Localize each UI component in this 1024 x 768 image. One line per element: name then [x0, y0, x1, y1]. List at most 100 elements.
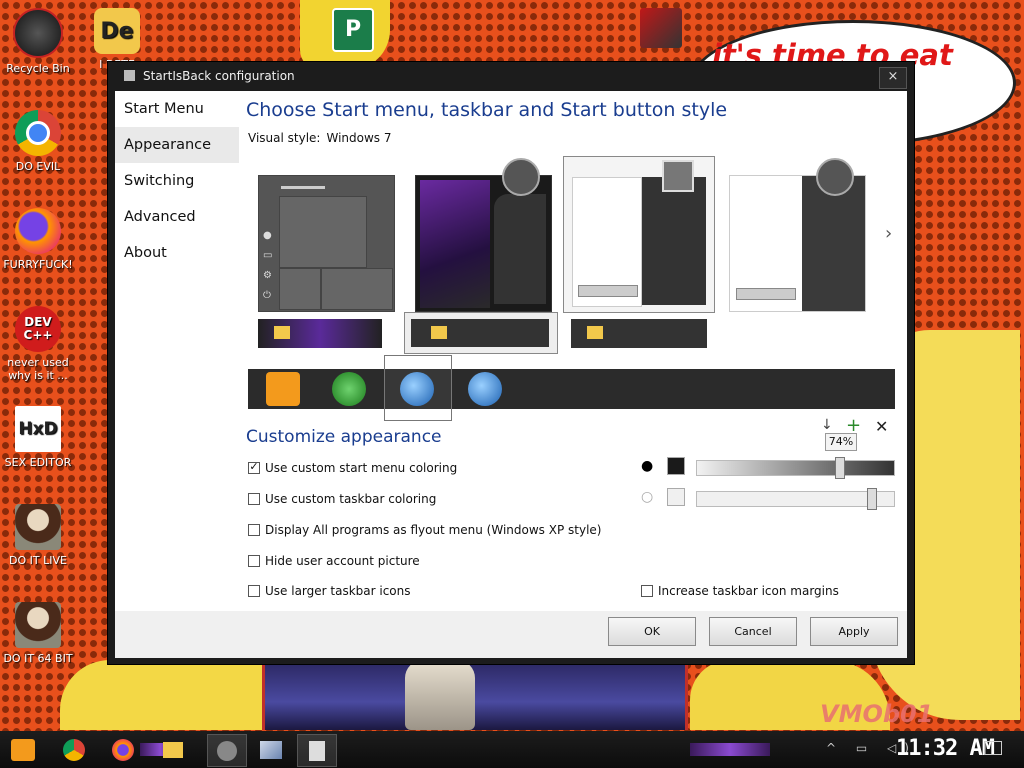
page-title: Choose Start menu, taskbar and Start but…: [246, 99, 728, 121]
custom-taskbar-coloring-checkbox[interactable]: Use custom taskbar coloring: [248, 492, 436, 506]
wallpaper-scene: [262, 660, 688, 730]
taskbar-startisback[interactable]: [297, 734, 337, 767]
taskbar-chrome[interactable]: [55, 734, 93, 765]
taskbar-app-active[interactable]: [207, 734, 247, 767]
sidebar-icons: ● ▭ ⚙ ⏻: [263, 230, 273, 301]
chrome-icon: [63, 738, 85, 761]
checkbox-box[interactable]: [641, 585, 653, 597]
start-button-windows7-orb[interactable]: [400, 372, 434, 406]
checkbox-label: Use custom start menu coloring: [265, 461, 458, 475]
style-thumb-windows7-selected[interactable]: [563, 156, 715, 313]
taskbar: ^ ▭ ◁) 11:32 AM: [0, 731, 1024, 768]
user-avatar-icon: [662, 160, 694, 192]
taskbar-style-dark-selected[interactable]: [404, 312, 558, 354]
increase-icon-margins-checkbox[interactable]: Increase taskbar icon margins: [641, 584, 839, 598]
start-button-styles: [248, 355, 895, 421]
checkbox-label: Use larger taskbar icons: [265, 584, 411, 598]
start-button[interactable]: [4, 734, 42, 765]
de-icon: De: [94, 8, 140, 54]
taskbar-explorer[interactable]: [154, 734, 192, 765]
dialog-title: StartIsBack configuration: [143, 69, 295, 83]
checkbox-box[interactable]: [248, 462, 260, 474]
desktop-icon-chrome[interactable]: DO EVIL: [1, 110, 75, 173]
desktop-icon-label: never used why is it ...: [7, 356, 69, 382]
folder-icon: [163, 741, 183, 758]
folder-icon: [274, 326, 290, 339]
style-thumb-windows7-plain[interactable]: [729, 158, 866, 312]
start-button-custom[interactable]: [266, 372, 300, 406]
portrait-icon: [15, 602, 61, 648]
style-thumb-windows10[interactable]: ● ▭ ⚙ ⏻: [258, 175, 395, 312]
custom-start-menu-coloring-checkbox[interactable]: Use custom start menu coloring: [248, 461, 457, 475]
style-thumb-custom-dark[interactable]: [415, 158, 552, 312]
desktop-icon-label: FURRYFUCK!: [3, 258, 73, 271]
ok-button[interactable]: OK: [608, 617, 696, 646]
app-icon: [124, 70, 135, 81]
notification-icon[interactable]: [984, 741, 1002, 755]
dialog-titlebar[interactable]: StartIsBack configuration ×: [108, 62, 914, 90]
taskbar-app-image[interactable]: [252, 734, 290, 765]
image-icon: [260, 740, 282, 759]
taskbar-style-purple[interactable]: [258, 319, 382, 348]
nav-item-about[interactable]: About: [115, 235, 239, 271]
taskbar-opacity-slider[interactable]: [696, 488, 895, 510]
nav-item-start-menu[interactable]: Start Menu: [115, 91, 239, 127]
firefox-icon: [15, 208, 61, 254]
taskbar-style-plain[interactable]: [571, 319, 707, 348]
customize-heading: Customize appearance: [246, 427, 442, 447]
devcpp-icon: DEV C++: [15, 306, 61, 352]
cancel-button[interactable]: Cancel: [709, 617, 797, 646]
slider-thumb[interactable]: [867, 488, 877, 510]
arrow-down-icon[interactable]: ↓: [821, 417, 833, 433]
dialog-client-area: Start Menu Appearance Switching Advanced…: [115, 91, 907, 611]
nav-item-switching[interactable]: Switching: [115, 163, 239, 199]
desktop-icon-do-it-64-bit[interactable]: DO IT 64 BIT: [1, 602, 75, 665]
checkbox-label: Use custom taskbar coloring: [265, 492, 437, 506]
firefox-icon: [112, 738, 134, 761]
chevron-right-icon[interactable]: ›: [885, 223, 892, 244]
start-button-windows7-flat[interactable]: [468, 372, 502, 406]
laptop-icon[interactable]: [640, 8, 682, 48]
taskbar-color-swatch[interactable]: [667, 488, 685, 506]
close-button[interactable]: ×: [879, 67, 907, 89]
desktop-icon-firefox[interactable]: FURRYFUCK!: [1, 208, 75, 271]
portrait-icon: [15, 504, 61, 550]
wallpaper-yellow-shape: [60, 660, 290, 730]
desktop-icon-label: Recycle Bin: [6, 62, 70, 75]
checkbox-box[interactable]: [248, 585, 260, 597]
recycle-bin-icon: [13, 8, 63, 58]
checkbox-box[interactable]: [248, 555, 260, 567]
hxd-badge: HxD: [18, 419, 58, 439]
desktop-icon-recycle-bin[interactable]: Recycle Bin: [1, 8, 75, 75]
apply-button[interactable]: Apply: [810, 617, 898, 646]
publisher-icon[interactable]: P: [332, 8, 374, 52]
start-icon: [11, 738, 35, 761]
close-icon[interactable]: ✕: [875, 417, 888, 436]
folder-icon: [587, 326, 603, 339]
checkbox-box[interactable]: [248, 493, 260, 505]
taskbar-firefox[interactable]: [104, 734, 142, 765]
dialog-footer: OK Cancel Apply: [115, 611, 907, 658]
nav-item-advanced[interactable]: Advanced: [115, 199, 239, 235]
desktop-icon-do-it-live[interactable]: DO IT LIVE: [1, 504, 75, 567]
app-icon: [309, 740, 325, 761]
nav-item-appearance[interactable]: Appearance: [115, 127, 239, 163]
settings-nav: Start Menu Appearance Switching Advanced…: [115, 91, 239, 271]
desktop-icon-hxd[interactable]: HxD SEX EDITOR: [1, 406, 75, 469]
visual-style-value: Windows 7: [326, 131, 392, 145]
start-button-clover[interactable]: [332, 372, 366, 406]
larger-taskbar-icons-checkbox[interactable]: Use larger taskbar icons: [248, 584, 411, 598]
desktop-icon-devcpp[interactable]: DEV C++ never used why is it ...: [1, 306, 75, 382]
checkbox-box[interactable]: [248, 524, 260, 536]
slider-thumb[interactable]: [835, 457, 845, 479]
desktop-icon-label: DO EVIL: [15, 160, 61, 173]
start-menu-opacity-slider[interactable]: [696, 457, 895, 479]
visual-style-row: Visual style: Windows 7: [248, 131, 391, 145]
clock[interactable]: 11:32 AM: [896, 736, 995, 761]
opacity-tooltip: 74%: [825, 433, 857, 451]
startisback-config-dialog: StartIsBack configuration × Start Menu A…: [108, 62, 914, 664]
hide-user-picture-checkbox[interactable]: Hide user account picture: [248, 554, 420, 568]
start-menu-color-swatch[interactable]: [667, 457, 685, 475]
all-programs-flyout-checkbox[interactable]: Display All programs as flyout menu (Win…: [248, 523, 601, 537]
checkbox-label: Increase taskbar icon margins: [658, 584, 839, 598]
